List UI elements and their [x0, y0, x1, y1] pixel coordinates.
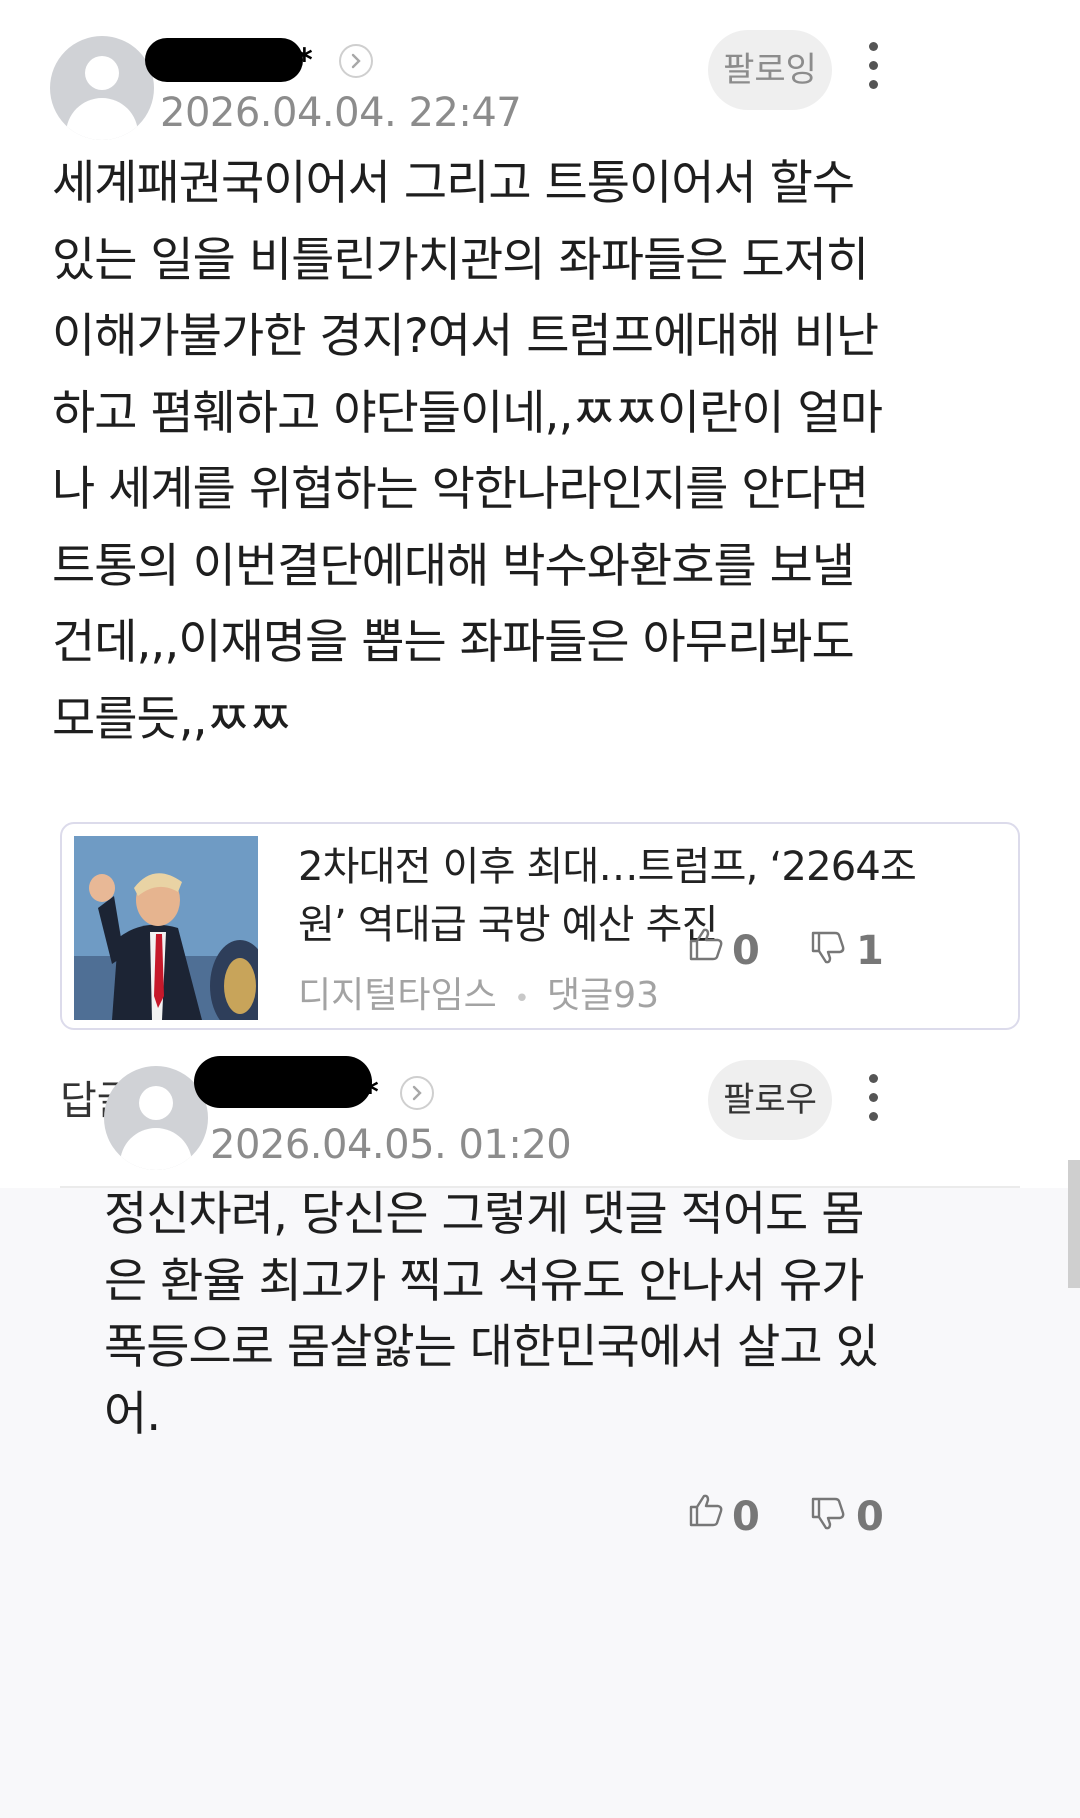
thumbs-down-icon: [811, 1497, 845, 1530]
following-button[interactable]: 팔로잉: [708, 30, 832, 110]
more-vertical-icon[interactable]: [866, 42, 880, 90]
like-button[interactable]: 0: [688, 924, 778, 976]
like-count: 0: [732, 1494, 760, 1540]
comment-text: 세계패권국이어서 그리고 트통이어서 할수 있는 일을 비틀린가치관의 좌파들은…: [52, 156, 883, 747]
scrollbar[interactable]: [1068, 1160, 1080, 1288]
meta-separator: •: [514, 984, 530, 1014]
thumbs-down-icon: [811, 931, 845, 964]
comment-timestamp: 2026.04.04. 22:47: [160, 90, 522, 136]
thumbs-up-icon: [689, 1494, 723, 1527]
dislike-count: 1: [856, 928, 884, 974]
redacted-username: [194, 1056, 372, 1108]
reply-text: 정신차려, 당신은 그렇게 댓글 적어도 몸 은 환율 최고가 찍고 석유도 안…: [104, 1187, 879, 1442]
more-vertical-icon[interactable]: [866, 1074, 880, 1122]
dislike-button[interactable]: 0: [810, 1490, 900, 1542]
article-comment-count: 댓글93: [546, 975, 660, 1016]
article-thumbnail: [74, 836, 258, 1020]
chevron-right-icon[interactable]: [339, 44, 373, 78]
username[interactable]: *: [296, 44, 313, 76]
reply-timestamp: 2026.04.05. 01:20: [210, 1122, 572, 1168]
dislike-count: 0: [856, 1494, 884, 1540]
username[interactable]: *: [362, 1076, 379, 1108]
thumbs-up-icon: [689, 928, 723, 961]
redacted-username: [145, 38, 303, 82]
follow-button[interactable]: 팔로우: [708, 1060, 832, 1140]
avatar-icon[interactable]: [104, 1066, 208, 1170]
chevron-right-icon[interactable]: [400, 1076, 434, 1110]
article-source: 디지털타임스: [298, 975, 497, 1016]
like-count: 0: [732, 928, 760, 974]
like-button[interactable]: 0: [688, 1490, 778, 1542]
article-meta: 디지털타임스 • 댓글93: [298, 966, 659, 1018]
avatar-icon[interactable]: [50, 36, 154, 140]
dislike-button[interactable]: 1: [810, 924, 900, 976]
